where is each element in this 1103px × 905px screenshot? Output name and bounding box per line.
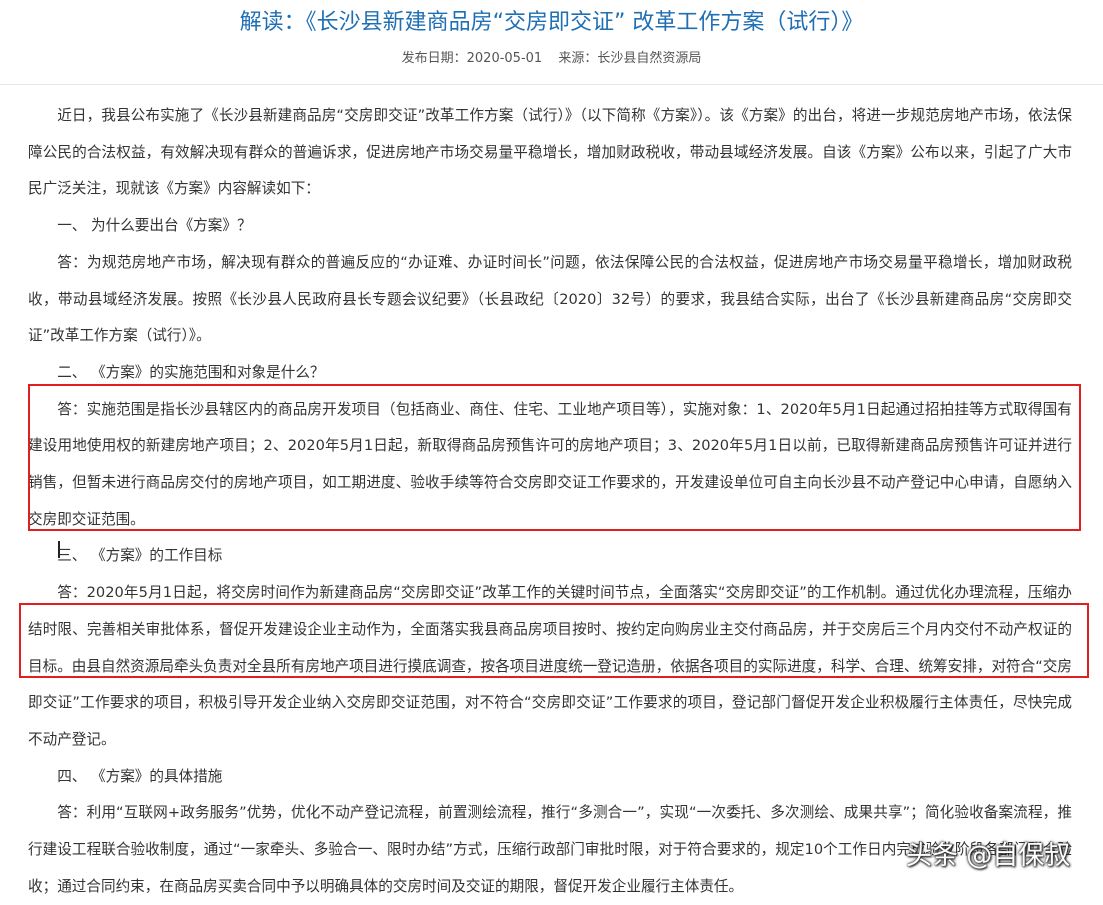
article-body: 近日，我县公布实施了《长沙县新建商品房“交房即交证”改革工作方案（试行）》（以下… — [28, 98, 1072, 905]
section-heading-4: 四、 《方案》的具体措施 — [57, 767, 223, 785]
watermark: 头条 @自保叔 — [906, 841, 1071, 871]
answer-paragraph-3: 答：2020年5月1日起，将交房时间作为新建商品房“交房即交证”改革工作的关键时… — [28, 584, 1072, 748]
article-title: 解读：《长沙县新建商品房“交房即交证” 改革工作方案（试行）》 — [239, 10, 864, 35]
answer-paragraph-1: 答：为规范房地产市场，解决现有群众的普遍反应的“办证难、办证时间长”问题，依法保… — [28, 253, 1072, 345]
article-source: 来源：长沙县自然资源局 — [558, 51, 702, 66]
header-divider — [0, 84, 1103, 85]
intro-paragraph: 近日，我县公布实施了《长沙县新建商品房“交房即交证”改革工作方案（试行）》（以下… — [28, 107, 1072, 198]
section-heading-2: 二、 《方案》的实施范围和对象是什么？ — [57, 363, 325, 381]
publish-date: 发布日期：2020-05-01 — [401, 51, 543, 66]
section-heading-1: 一、 为什么要出台《方案》？ — [57, 217, 252, 235]
section-heading-3: 三、 《方案》的工作目标 — [57, 547, 223, 565]
article-meta: 发布日期：2020-05-01 来源：长沙县自然资源局 — [0, 50, 1103, 68]
answer-paragraph-2: 答：实施范围是指长沙县辖区内的商品房开发项目（包括商业、商住、住宅、工业地产项目… — [28, 400, 1072, 528]
text-cursor — [58, 541, 60, 558]
